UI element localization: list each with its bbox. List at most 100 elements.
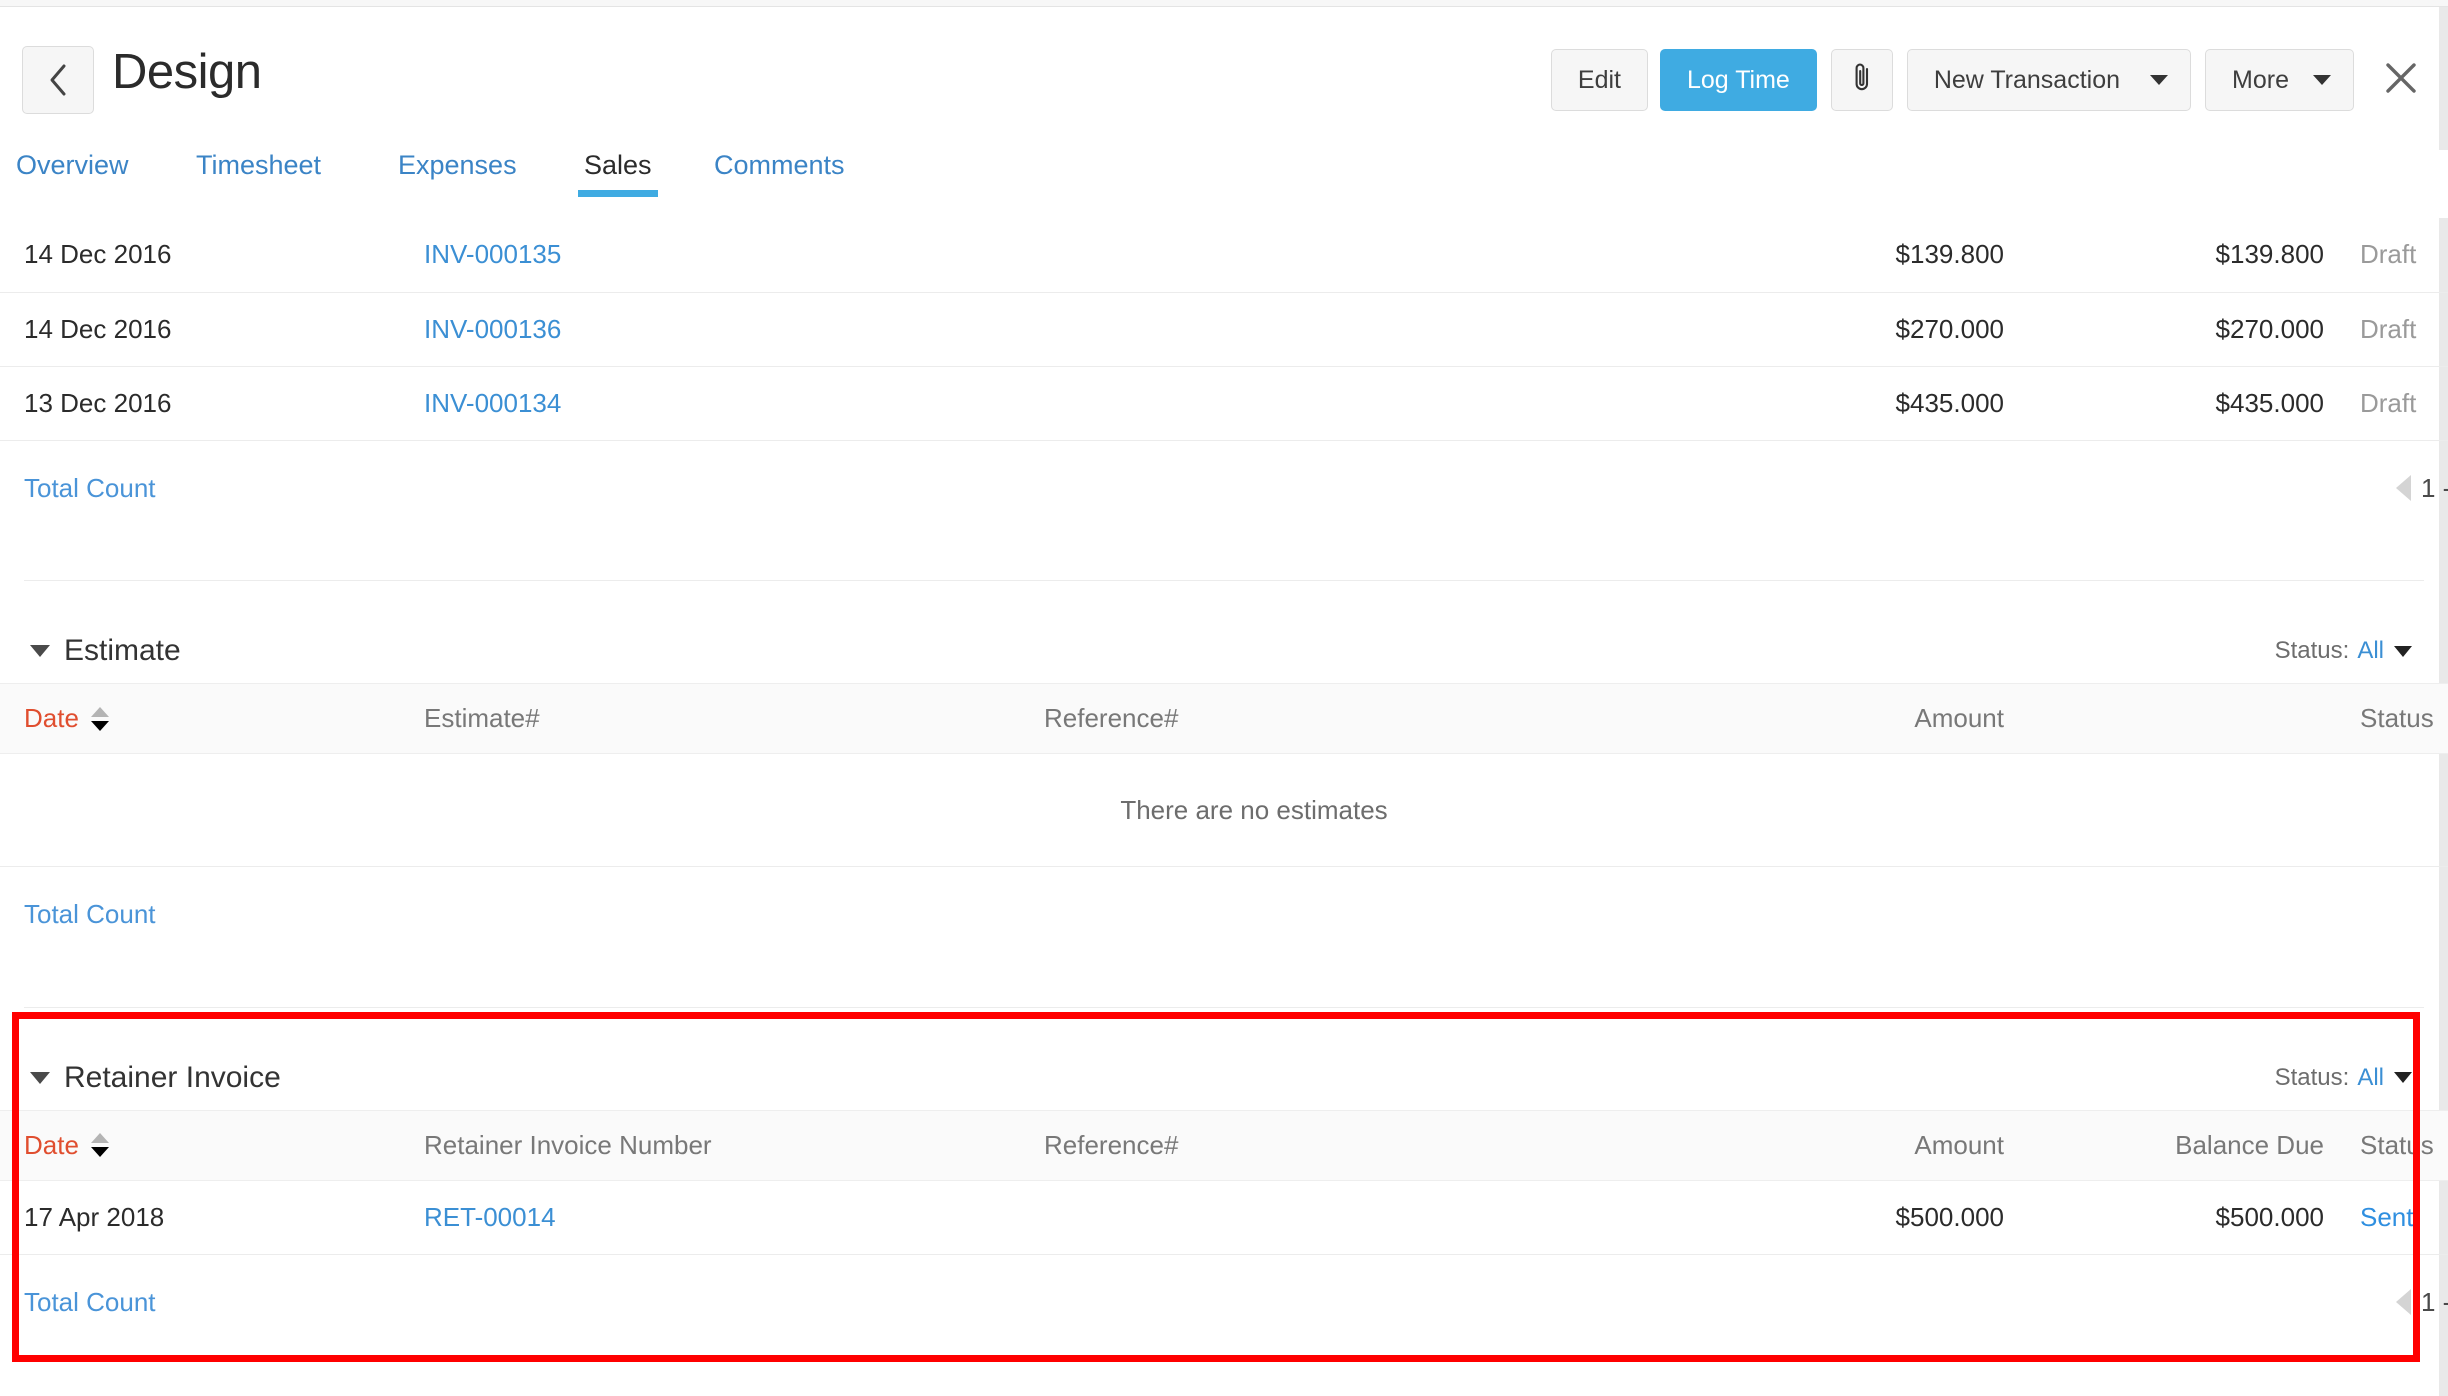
retainer-col-reference[interactable]: Reference#	[1044, 1110, 1704, 1180]
estimate-empty-row: There are no estimates	[0, 754, 2448, 867]
estimate-col-status[interactable]: Status	[2338, 684, 2448, 754]
invoice-table: 14 Dec 2016 INV-000135 $139.800 $139.800…	[0, 218, 2448, 536]
pagination-prev-icon[interactable]	[2396, 475, 2411, 501]
edit-button-label: Edit	[1578, 66, 1621, 95]
estimate-pagination-cell	[424, 867, 2448, 963]
invoice-status: Draft	[2338, 292, 2448, 366]
retainer-pagination-cell: 1 - 1	[424, 1254, 2448, 1350]
invoice-reference	[1044, 218, 1704, 292]
retainer-number: RET-00014	[424, 1180, 1044, 1254]
tab-sales[interactable]: Sales	[584, 150, 652, 197]
spacer	[0, 1008, 2448, 1046]
pagination: 1 - 1	[424, 1287, 2448, 1318]
close-button[interactable]	[2372, 49, 2430, 111]
invoice-number-link[interactable]: INV-000136	[424, 314, 561, 344]
invoice-balance: $270.000	[2004, 292, 2338, 366]
estimate-empty-cell: There are no estimates	[0, 754, 2448, 867]
invoice-date: 13 Dec 2016	[0, 366, 424, 440]
log-time-button[interactable]: Log Time	[1660, 49, 1817, 111]
invoice-status: Draft	[2338, 218, 2448, 292]
table-row[interactable]: 14 Dec 2016 INV-000135 $139.800 $139.800…	[0, 218, 2448, 292]
pagination-range: 1 - 1	[2421, 1287, 2448, 1318]
spacer	[0, 963, 2448, 1007]
chevron-left-icon	[48, 63, 68, 97]
retainer-table-header: Date Retainer Invoice Number Reference# …	[0, 1110, 2448, 1180]
retainer-number-link[interactable]: RET-00014	[424, 1202, 556, 1232]
estimate-table-header: Date Estimate# Reference# Amount Status	[0, 684, 2448, 754]
retainer-col-balance[interactable]: Balance Due	[2004, 1110, 2338, 1180]
invoice-reference	[1044, 366, 1704, 440]
attachment-button[interactable]	[1831, 49, 1893, 111]
status-filter-label: Status:	[2275, 1064, 2350, 1092]
invoice-amount: $270.000	[1704, 292, 2004, 366]
invoice-date: 14 Dec 2016	[0, 292, 424, 366]
window-top-strip	[0, 0, 2448, 7]
collapse-triangle-icon[interactable]	[30, 645, 50, 657]
retainer-col-date[interactable]: Date	[0, 1110, 424, 1180]
chevron-down-icon[interactable]	[2394, 1072, 2412, 1083]
retainer-col-status[interactable]: Status	[2338, 1110, 2448, 1180]
page-header: Design Edit Log Time New Transaction Mor…	[0, 7, 2448, 122]
more-dropdown[interactable]: More	[2205, 49, 2354, 111]
spacer	[0, 581, 2448, 619]
status-filter-value[interactable]: All	[2357, 1064, 2384, 1092]
page-title: Design	[112, 44, 262, 100]
table-row[interactable]: 14 Dec 2016 INV-000136 $270.000 $270.000…	[0, 292, 2448, 366]
estimate-section-title: Estimate	[64, 634, 181, 668]
chevron-down-icon	[2313, 75, 2331, 85]
tab-expenses[interactable]: Expenses	[398, 150, 517, 197]
log-time-button-label: Log Time	[1687, 66, 1790, 95]
sort-by-date[interactable]: Date	[24, 1130, 109, 1161]
sort-by-date[interactable]: Date	[24, 703, 109, 734]
table-row[interactable]: 13 Dec 2016 INV-000134 $435.000 $435.000…	[0, 366, 2448, 440]
invoice-number-link[interactable]: INV-000134	[424, 388, 561, 418]
collapse-triangle-icon[interactable]	[30, 1072, 50, 1084]
estimate-col-number[interactable]: Estimate#	[424, 684, 1044, 754]
invoice-amount: $435.000	[1704, 366, 2004, 440]
pagination-range: 1 - 4	[2421, 473, 2448, 504]
estimate-col-spacer	[2004, 684, 2338, 754]
retainer-col-amount[interactable]: Amount	[1704, 1110, 2004, 1180]
invoice-number: INV-000135	[424, 218, 1044, 292]
retainer-date: 17 Apr 2018	[0, 1180, 424, 1254]
table-row[interactable]: 17 Apr 2018 RET-00014 $500.000 $500.000 …	[0, 1180, 2448, 1254]
estimate-empty-message: There are no estimates	[0, 754, 2448, 866]
total-count-link[interactable]: Total Count	[24, 1287, 156, 1317]
status-filter-value[interactable]: All	[2357, 637, 2384, 665]
edit-button[interactable]: Edit	[1551, 49, 1648, 111]
back-button[interactable]	[22, 46, 94, 114]
estimate-total-count: Total Count	[0, 867, 424, 963]
invoice-number: INV-000136	[424, 292, 1044, 366]
total-count-link[interactable]: Total Count	[24, 473, 156, 503]
invoice-total-count: Total Count	[0, 440, 424, 536]
total-count-link[interactable]: Total Count	[24, 899, 156, 929]
more-label: More	[2232, 66, 2289, 95]
invoice-reference	[1044, 292, 1704, 366]
retainer-section-title: Retainer Invoice	[64, 1061, 281, 1095]
estimate-section-header: Estimate Status: All	[0, 619, 2448, 683]
retainer-col-date-label: Date	[24, 1130, 79, 1161]
retainer-status-filter[interactable]: Status: All	[2275, 1064, 2412, 1092]
estimate-col-reference[interactable]: Reference#	[1044, 684, 1704, 754]
header-actions: Edit Log Time New Transaction More	[1551, 45, 2448, 115]
estimate-col-date[interactable]: Date	[0, 684, 424, 754]
invoice-amount: $139.800	[1704, 218, 2004, 292]
retainer-status-link[interactable]: Sent	[2360, 1202, 2414, 1232]
spacer	[0, 536, 2448, 580]
close-icon	[2382, 59, 2420, 102]
retainer-reference	[1044, 1180, 1704, 1254]
tab-comments[interactable]: Comments	[714, 150, 845, 197]
estimate-col-amount[interactable]: Amount	[1704, 684, 2004, 754]
tab-overview[interactable]: Overview	[16, 150, 129, 197]
pagination-prev-icon[interactable]	[2396, 1289, 2411, 1315]
estimate-table: Date Estimate# Reference# Amount Status …	[0, 683, 2448, 963]
sort-arrows-icon	[91, 707, 109, 731]
new-transaction-dropdown[interactable]: New Transaction	[1907, 49, 2191, 111]
estimate-status-filter[interactable]: Status: All	[2275, 637, 2412, 665]
tab-timesheet[interactable]: Timesheet	[196, 150, 321, 197]
retainer-col-number[interactable]: Retainer Invoice Number	[424, 1110, 1044, 1180]
retainer-table: Date Retainer Invoice Number Reference# …	[0, 1110, 2448, 1351]
chevron-down-icon[interactable]	[2394, 646, 2412, 657]
invoice-number-link[interactable]: INV-000135	[424, 239, 561, 269]
invoice-number: INV-000134	[424, 366, 1044, 440]
